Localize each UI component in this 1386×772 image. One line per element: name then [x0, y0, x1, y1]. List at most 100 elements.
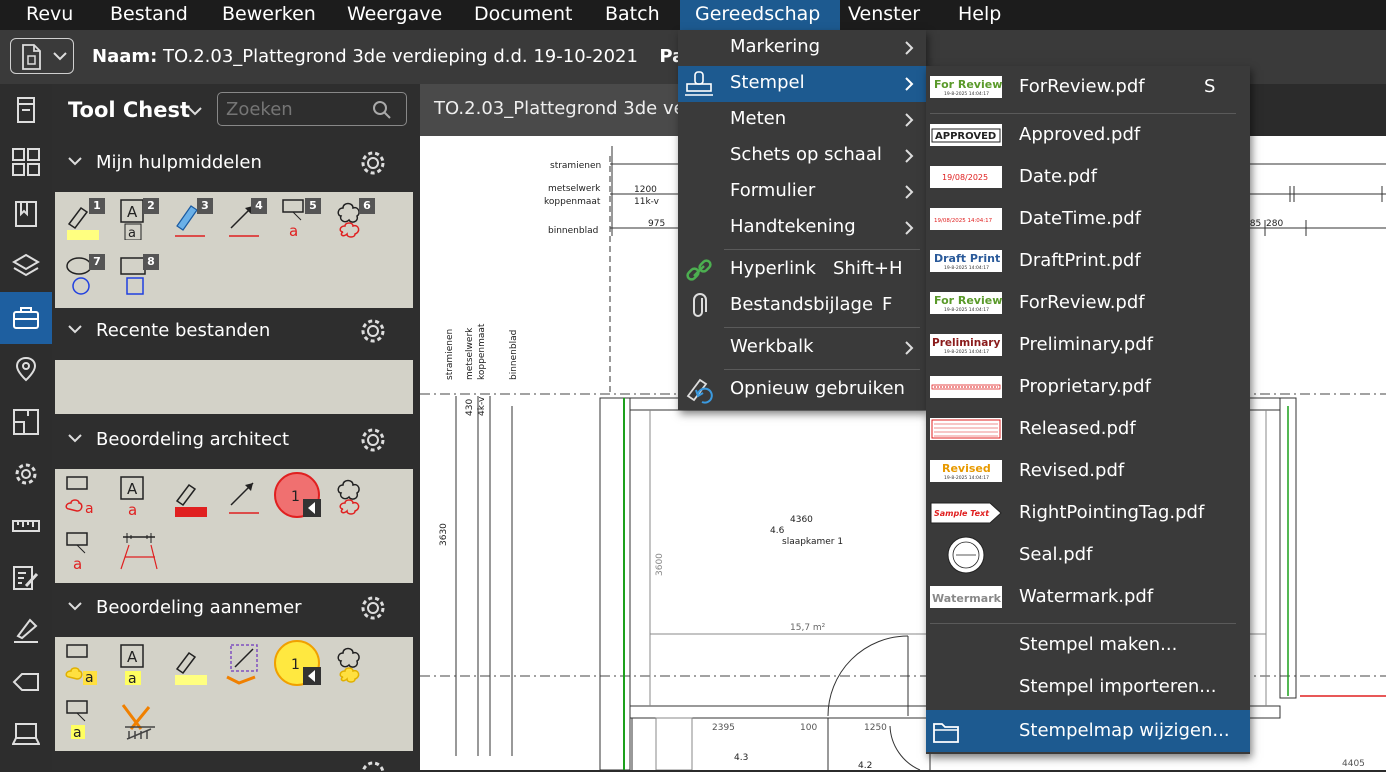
rail-places[interactable] — [0, 344, 52, 396]
tool-text-red[interactable]: Aa — [117, 475, 155, 519]
rail-markups-list[interactable] — [0, 552, 52, 604]
section-header-beoordeling-aannemer[interactable]: Beoordeling aannemer — [52, 587, 420, 631]
menu-item-formulier[interactable]: Formulier — [678, 174, 926, 210]
menu-item-hyperlink[interactable]: Hyperlink Shift+H — [678, 252, 926, 288]
stamp-item-preliminary[interactable]: Preliminary 19-8-2025 14:04:17 Preliminar… — [926, 324, 1250, 366]
menu-batch[interactable]: Batch — [605, 0, 660, 30]
stamp-item-rightpointingtag[interactable]: Sample Text RightPointingTag.pdf — [926, 492, 1250, 534]
tool-count-lines[interactable] — [117, 699, 163, 741]
stamp-item-proprietary[interactable]: Proprietary.pdf — [926, 366, 1250, 408]
stamp-label: ForReview.pdf — [1019, 76, 1145, 97]
menu-item-werkbalk[interactable]: Werkbalk — [678, 330, 926, 366]
stamp-thumbnail: APPROVED — [930, 124, 1002, 146]
section-label: Recente bestanden — [96, 320, 271, 341]
menu-item-stempel[interactable]: Stempel — [678, 66, 926, 102]
tool-callout-yellow[interactable]: a — [63, 699, 101, 741]
document-tab[interactable]: TO.2.03_Plattegrond 3de verdie — [420, 84, 719, 136]
chevron-down-icon[interactable] — [188, 106, 202, 116]
section-header-beoordeling-architect[interactable]: Beoordeling architect — [52, 419, 420, 463]
tool-grid-mijn-hulpmiddelen: 1 Aa 2 3 4 a 5 6 7 8 — [55, 192, 413, 308]
stamp-item-revised[interactable]: Revised 19-8-2025 14:04:17 Revised.pdf — [926, 450, 1250, 492]
stamp-item-date[interactable]: 19/08/2025 Date.pdf — [926, 156, 1250, 198]
menu-document[interactable]: Document — [474, 0, 572, 30]
document-menu-button[interactable] — [10, 38, 74, 74]
tool-text-yellow[interactable]: Aa — [117, 643, 155, 687]
menu-item-bestandsbijlage[interactable]: Bestandsbijlage F — [678, 288, 926, 324]
menu-item-label: Schets op schaal — [730, 144, 882, 165]
dim-label: 3600 — [655, 553, 665, 576]
gear-icon[interactable] — [358, 593, 388, 623]
menu-item-markering[interactable]: Markering — [678, 30, 926, 66]
stamp-thumbnail: Preliminary19-8-2025 14:04:17 — [930, 334, 1002, 356]
tool-cloud-yellow[interactable] — [333, 643, 371, 685]
section-header-mijn-hulpmiddelen[interactable]: Mijn hulpmiddelen — [52, 142, 420, 186]
tool-ellipse[interactable]: 7 — [63, 254, 105, 296]
stamp-item-forreview-2[interactable]: For Review 19-8-2025 14:04:17 ForReview.p… — [926, 282, 1250, 324]
tool-area-orange[interactable] — [225, 643, 263, 685]
gear-icon[interactable] — [358, 148, 388, 178]
section-label: Beoordeling architect — [96, 429, 290, 450]
tool-callout-red[interactable]: a — [63, 531, 101, 573]
tool-rectangle[interactable]: 8 — [117, 254, 159, 296]
tool-callout[interactable]: a 5 — [279, 198, 321, 240]
svg-text:a: a — [85, 670, 94, 685]
rail-tool-chest[interactable] — [0, 292, 52, 344]
stamp-item-watermark[interactable]: Watermark Watermark.pdf — [926, 576, 1250, 618]
tool-cloud-callout[interactable]: a — [63, 475, 101, 517]
rail-spaces[interactable] — [0, 396, 52, 448]
stamp-action-importeren[interactable]: Stempel importeren... — [926, 666, 1250, 708]
tool-highlight-red[interactable] — [171, 475, 209, 517]
rail-bookmarks[interactable] — [0, 188, 52, 240]
svg-text:1: 1 — [291, 489, 300, 505]
tool-highlight[interactable]: 1 — [63, 198, 105, 240]
rail-studio[interactable] — [0, 708, 52, 760]
tool-dimension-red[interactable] — [117, 531, 163, 573]
tool-arrow-red[interactable] — [225, 475, 263, 517]
callout-icon: a — [66, 700, 88, 741]
search-icon — [373, 101, 391, 119]
paperclip-icon — [693, 293, 707, 317]
stamp-action-map-wijzigen[interactable]: Stempelmap wijzigen... — [926, 710, 1250, 752]
menu-bewerken[interactable]: Bewerken — [222, 0, 316, 30]
rail-pages[interactable] — [0, 136, 52, 188]
tool-count-yellow[interactable]: 1 — [273, 639, 323, 687]
stamp-action-maken[interactable]: Stempel maken... — [926, 624, 1250, 666]
tool-count-red[interactable]: 1 — [273, 471, 323, 519]
menu-gereedschap[interactable]: Gereedschap — [680, 0, 840, 30]
menu-bestand[interactable]: Bestand — [110, 0, 188, 30]
menu-item-shortcut: F — [882, 294, 893, 315]
stamp-item-released[interactable]: Released.pdf — [926, 408, 1250, 450]
section-label: Mijn hulpmiddelen — [96, 152, 262, 173]
menu-item-meten[interactable]: Meten — [678, 102, 926, 138]
tool-cloud-callout-yellow[interactable]: a — [63, 643, 101, 686]
tool-textbox[interactable]: Aa 2 — [117, 198, 159, 241]
stamp-item-forreview[interactable]: For Review 19-8-2025 14:04:17 ForReview.p… — [926, 66, 1250, 108]
stamp-item-datetime[interactable]: 19/08/2025 14:04:17 DateTime.pdf — [926, 198, 1250, 240]
dim-label: 11k-v — [634, 197, 660, 207]
dim-label: 1200 — [634, 185, 657, 195]
menu-revu[interactable]: Revu — [26, 0, 73, 30]
menu-weergave[interactable]: Weergave — [347, 0, 442, 30]
menu-help[interactable]: Help — [958, 0, 1001, 30]
gear-icon[interactable] — [358, 425, 388, 455]
stamp-item-approved[interactable]: APPROVED Approved.pdf — [926, 114, 1250, 156]
menu-item-handtekening[interactable]: Handtekening — [678, 210, 926, 246]
tool-cloud-red[interactable] — [333, 475, 371, 517]
rail-layers[interactable] — [0, 240, 52, 292]
rail-signatures[interactable] — [0, 604, 52, 656]
rail-thumbnails[interactable] — [0, 84, 52, 136]
rail-tags[interactable] — [0, 656, 52, 708]
gear-icon[interactable] — [358, 316, 388, 346]
rail-measurements[interactable] — [0, 500, 52, 552]
menu-item-schets-op-schaal[interactable]: Schets op schaal — [678, 138, 926, 174]
tool-pen[interactable]: 3 — [171, 198, 213, 240]
tool-arrow[interactable]: 4 — [225, 198, 267, 240]
menu-item-opnieuw-gebruiken[interactable]: Opnieuw gebruiken — [678, 372, 926, 408]
stamp-item-seal[interactable]: Seal.pdf — [926, 534, 1250, 576]
tool-cloud[interactable]: 6 — [333, 198, 375, 240]
menu-venster[interactable]: Venster — [848, 0, 920, 30]
stamp-item-draftprint[interactable]: Draft Print 19-8-2025 14:04:17 DraftPrint… — [926, 240, 1250, 282]
section-header-recente-bestanden[interactable]: Recente bestanden — [52, 310, 420, 354]
tool-highlight-yellow[interactable] — [171, 643, 209, 685]
rail-properties[interactable] — [0, 448, 52, 500]
